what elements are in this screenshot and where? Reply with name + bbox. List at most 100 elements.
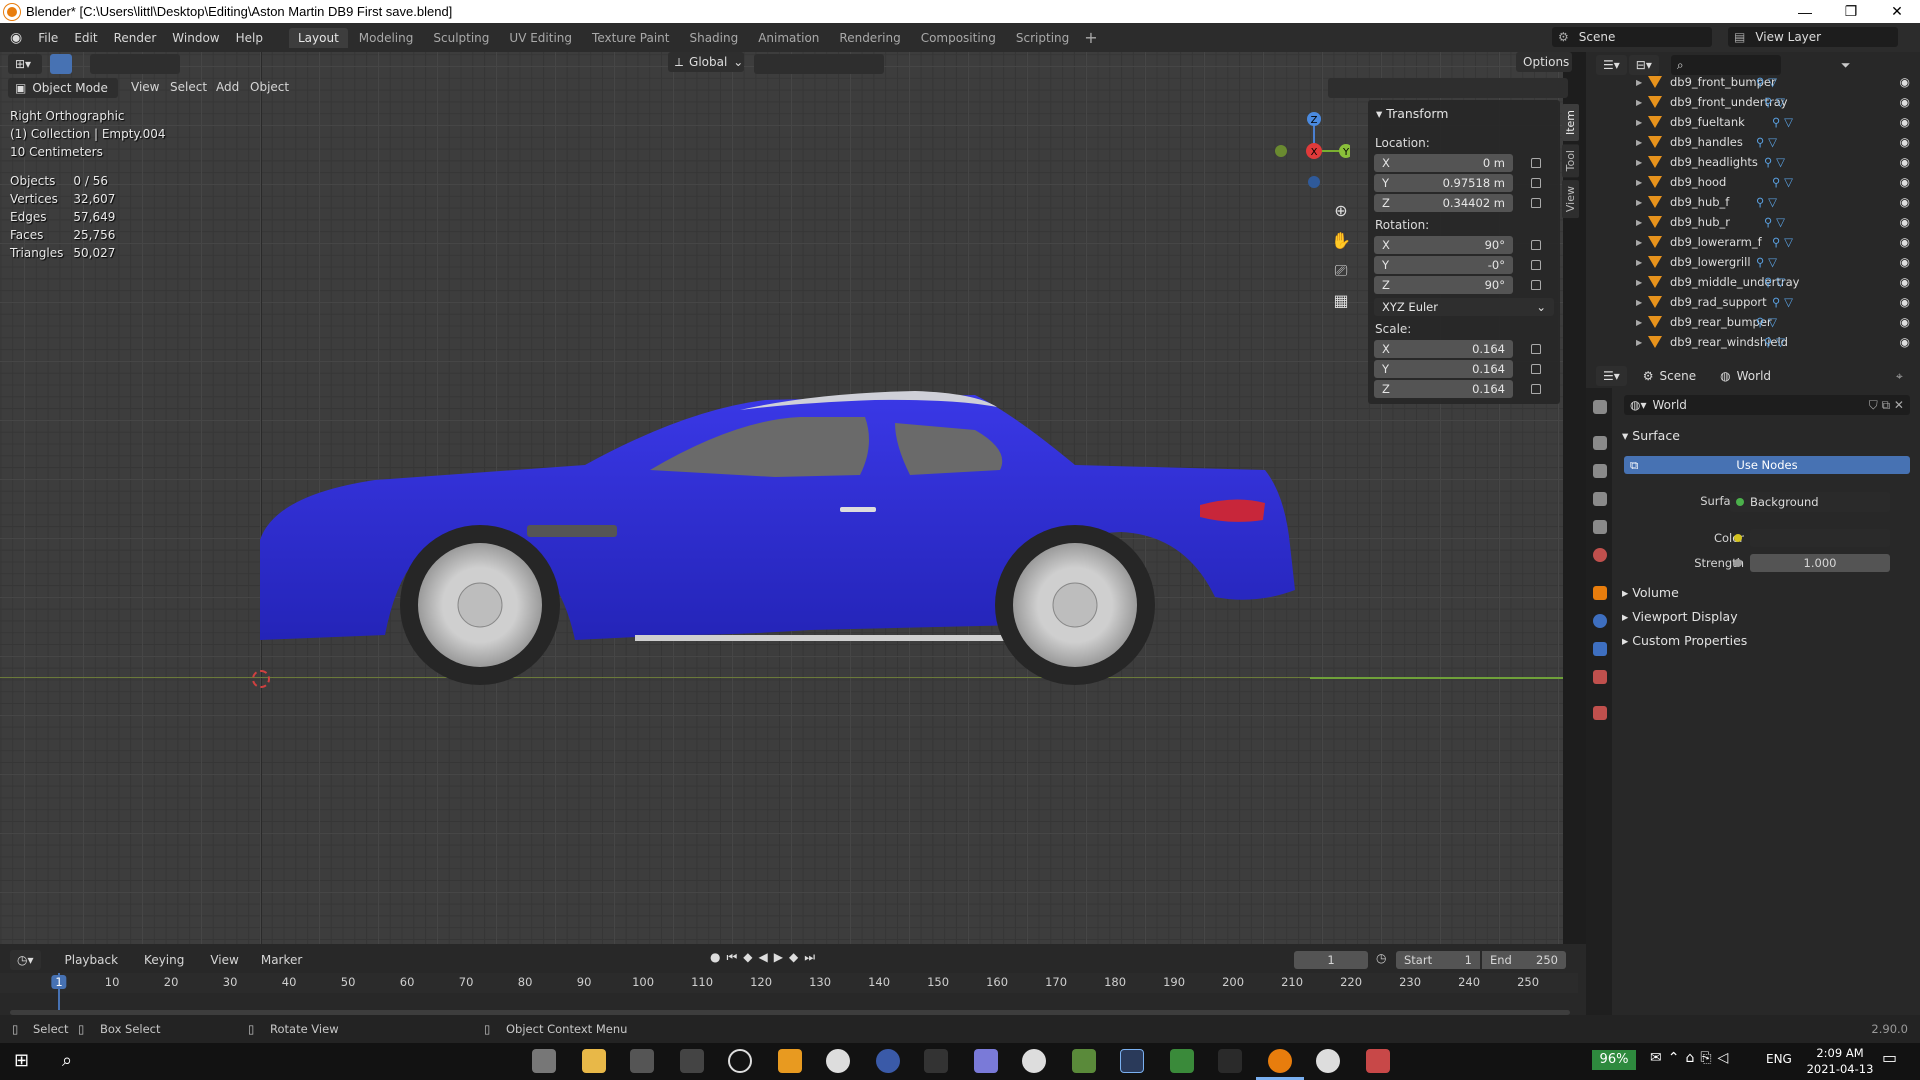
timeline-menu-marker[interactable]: Marker bbox=[261, 953, 302, 967]
scene-selector[interactable]: ⚙ Scene bbox=[1552, 27, 1712, 47]
discord-icon[interactable] bbox=[974, 1049, 998, 1073]
outliner-item[interactable]: ▶ db9_middle_undertray ⚲ ▽ ◉ bbox=[1586, 272, 1920, 292]
editor-type-button[interactable]: ⊞▾ bbox=[8, 54, 42, 74]
filter-icon[interactable]: ⏷ bbox=[1841, 58, 1851, 73]
visibility-eye-icon[interactable]: ◉ bbox=[1900, 315, 1910, 329]
viewport-display-section-title[interactable]: Viewport Display bbox=[1632, 609, 1737, 624]
expand-arrow-icon[interactable]: ▶ bbox=[1636, 178, 1642, 187]
custom-properties-section-title[interactable]: Custom Properties bbox=[1632, 633, 1747, 648]
blender-taskbar-icon[interactable] bbox=[1268, 1049, 1292, 1073]
transform-orientation-dropdown[interactable]: ⟂ Global ⌄ bbox=[668, 52, 744, 72]
scale-z-field[interactable]: Z 0.164 bbox=[1374, 380, 1513, 398]
color-swatch[interactable] bbox=[1750, 529, 1890, 547]
tab-modeling[interactable]: Modeling bbox=[350, 28, 423, 48]
outliner-item[interactable]: ▶ db9_fueltank ⚲ ▽ ◉ bbox=[1586, 112, 1920, 132]
outliner-item[interactable]: ▶ db9_front_bumper ⚲ ▽ ◉ bbox=[1586, 72, 1920, 92]
expand-arrow-icon[interactable]: ▶ bbox=[1636, 218, 1642, 227]
minecraft-icon[interactable] bbox=[1072, 1049, 1096, 1073]
lock-icon[interactable] bbox=[1531, 260, 1541, 270]
lock-icon[interactable] bbox=[1531, 198, 1541, 208]
expand-arrow-icon[interactable]: ▶ bbox=[1636, 298, 1642, 307]
viewport-menu-select[interactable]: Select bbox=[170, 80, 207, 94]
menu-edit[interactable]: Edit bbox=[66, 31, 105, 45]
lock-icon[interactable] bbox=[1531, 240, 1541, 250]
view-layer-selector[interactable]: ▤ View Layer bbox=[1728, 27, 1898, 47]
world-tab-icon[interactable] bbox=[1593, 548, 1607, 562]
outliner-item[interactable]: ▶ db9_lowerarm_f ⚲ ▽ ◉ bbox=[1586, 232, 1920, 252]
expand-arrow-icon[interactable]: ▶ bbox=[1636, 78, 1642, 87]
menu-help[interactable]: Help bbox=[228, 31, 271, 45]
outliner-item[interactable]: ▶ db9_rear_windshield ⚲ ▽ ◉ bbox=[1586, 332, 1920, 352]
davinci-resolve-icon[interactable] bbox=[876, 1049, 900, 1073]
visibility-eye-icon[interactable]: ◉ bbox=[1900, 135, 1910, 149]
tab-compositing[interactable]: Compositing bbox=[912, 28, 1005, 48]
strength-field[interactable]: 1.000 bbox=[1750, 554, 1890, 572]
start-frame-field[interactable]: Start 1 bbox=[1396, 951, 1480, 969]
select-tool-button[interactable] bbox=[50, 54, 72, 74]
location-x-field[interactable]: X 0 m bbox=[1374, 154, 1513, 172]
breadcrumb-scene[interactable]: Scene bbox=[1660, 369, 1697, 383]
rotation-y-field[interactable]: Y -0° bbox=[1374, 256, 1513, 274]
expand-arrow-icon[interactable]: ▸ bbox=[1622, 609, 1628, 624]
pan-hand-icon[interactable]: ✋ bbox=[1328, 226, 1354, 256]
windows-start-icon[interactable]: ⊞ bbox=[14, 1050, 29, 1071]
outliner-item[interactable]: ▶ db9_hub_r ⚲ ▽ ◉ bbox=[1586, 212, 1920, 232]
settings-app-icon[interactable] bbox=[532, 1049, 556, 1073]
render-tab-icon[interactable] bbox=[1593, 436, 1607, 450]
outliner-item[interactable]: ▶ db9_headlights ⚲ ▽ ◉ bbox=[1586, 152, 1920, 172]
rotation-x-field[interactable]: X 90° bbox=[1374, 236, 1513, 254]
add-workspace-icon[interactable]: + bbox=[1084, 28, 1097, 47]
app-icon[interactable] bbox=[1366, 1049, 1390, 1073]
visibility-eye-icon[interactable]: ◉ bbox=[1900, 235, 1910, 249]
record-icon[interactable]: ● bbox=[710, 950, 720, 965]
lock-icon[interactable] bbox=[1531, 178, 1541, 188]
outliner-item[interactable]: ▶ db9_handles ⚲ ▽ ◉ bbox=[1586, 132, 1920, 152]
pen-app-icon[interactable] bbox=[680, 1049, 704, 1073]
lightroom-icon[interactable] bbox=[1120, 1049, 1144, 1073]
expand-arrow-icon[interactable]: ▶ bbox=[1636, 198, 1642, 207]
visibility-eye-icon[interactable]: ◉ bbox=[1900, 95, 1910, 109]
texture-tab-icon[interactable] bbox=[1593, 706, 1607, 720]
expand-arrow-icon[interactable]: ▶ bbox=[1636, 338, 1642, 347]
timeline-editor-icon[interactable]: ◷▾ bbox=[10, 950, 41, 970]
close-button[interactable]: ✕ bbox=[1874, 0, 1920, 23]
tab-texture-paint[interactable]: Texture Paint bbox=[583, 28, 678, 48]
viewport-menu-view[interactable]: View bbox=[131, 80, 159, 94]
battery-indicator[interactable]: 96% bbox=[1592, 1050, 1636, 1070]
end-frame-field[interactable]: End 250 bbox=[1482, 951, 1566, 969]
file-explorer-icon[interactable] bbox=[582, 1049, 606, 1073]
visibility-eye-icon[interactable]: ◉ bbox=[1900, 255, 1910, 269]
tab-item[interactable]: Item bbox=[1562, 104, 1579, 142]
menu-file[interactable]: File bbox=[30, 31, 66, 45]
snapping-tools[interactable] bbox=[754, 54, 884, 74]
graph-app-icon[interactable] bbox=[1218, 1049, 1242, 1073]
expand-arrow-icon[interactable]: ▶ bbox=[1636, 278, 1642, 287]
tab-view[interactable]: View bbox=[1562, 180, 1579, 219]
fake-user-shield-icon[interactable]: ⛉ ⧉ ✕ bbox=[1869, 398, 1904, 413]
breadcrumb-world[interactable]: World bbox=[1737, 369, 1771, 383]
clock-icon[interactable]: ◷ bbox=[1376, 951, 1386, 965]
expand-arrow-icon[interactable]: ▶ bbox=[1636, 318, 1642, 327]
expand-arrow-icon[interactable]: ▶ bbox=[1636, 118, 1642, 127]
language-indicator[interactable]: ENG bbox=[1766, 1052, 1792, 1066]
grid-icon[interactable]: ▦ bbox=[1328, 286, 1354, 316]
expand-arrow-icon[interactable]: ▶ bbox=[1636, 98, 1642, 107]
expand-arrow-icon[interactable]: ▶ bbox=[1636, 138, 1642, 147]
steam-icon[interactable] bbox=[1022, 1049, 1046, 1073]
viewport-menu-object[interactable]: Object bbox=[250, 80, 289, 94]
outliner-item[interactable]: ▶ db9_hub_f ⚲ ▽ ◉ bbox=[1586, 192, 1920, 212]
view-layer-tab-icon[interactable] bbox=[1593, 492, 1607, 506]
options-dropdown[interactable]: Options bbox=[1516, 52, 1572, 72]
visibility-eye-icon[interactable]: ◉ bbox=[1900, 195, 1910, 209]
visibility-eye-icon[interactable]: ◉ bbox=[1900, 155, 1910, 169]
scale-x-field[interactable]: X 0.164 bbox=[1374, 340, 1513, 358]
spreadsheet-app-icon[interactable] bbox=[1170, 1049, 1194, 1073]
rotation-mode-dropdown[interactable]: XYZ Euler ⌄ bbox=[1374, 298, 1554, 316]
tab-sculpting[interactable]: Sculpting bbox=[424, 28, 498, 48]
visibility-eye-icon[interactable]: ◉ bbox=[1900, 75, 1910, 89]
next-keyframe-icon[interactable]: ◆ bbox=[789, 950, 798, 965]
viewport-menu-add[interactable]: Add bbox=[216, 80, 239, 94]
navigation-gizmo[interactable]: X Z Y bbox=[1270, 108, 1350, 188]
lock-icon[interactable] bbox=[1531, 158, 1541, 168]
outliner-item[interactable]: ▶ db9_lowergrill ⚲ ▽ ◉ bbox=[1586, 252, 1920, 272]
